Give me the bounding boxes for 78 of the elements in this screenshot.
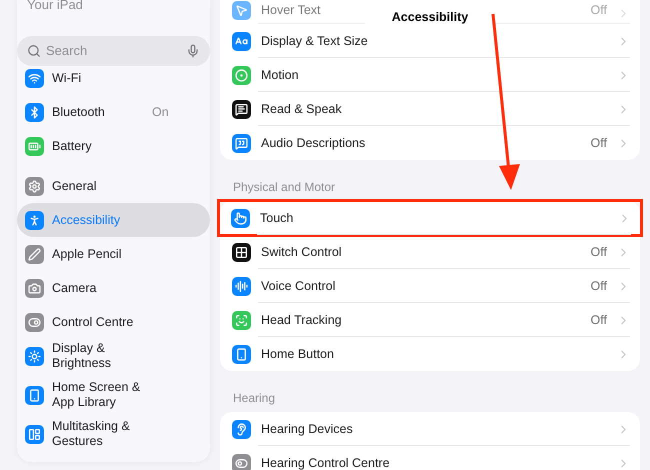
settings-row[interactable]: Read & Speak (220, 92, 640, 126)
quote-bubble-icon (232, 134, 251, 152)
row-label: Hover Text (261, 2, 321, 20)
ear-icon (232, 420, 251, 438)
sidebar-item[interactable]: Display & Brightness (17, 339, 210, 373)
item-label: Battery (52, 138, 93, 154)
sidebar-item[interactable]: Apple Pencil (17, 237, 210, 271)
row-value: Off (590, 278, 607, 295)
text-size-icon (232, 32, 251, 50)
row-label: Home Button (261, 346, 334, 363)
pointer-icon (232, 1, 251, 20)
waveform-icon (232, 276, 251, 296)
row-label: Motion (261, 66, 299, 84)
camera-icon (25, 278, 44, 298)
search-icon (27, 44, 41, 58)
windows-icon (25, 424, 44, 444)
toggles-icon (25, 312, 44, 332)
row-label: Hearing Devices (261, 420, 353, 438)
item-label: Control Centre (52, 314, 134, 330)
wifi-icon (25, 68, 44, 88)
grid-icon (232, 242, 251, 262)
item-label: Wi-Fi (52, 70, 82, 86)
section-header: Physical and Motor (232, 179, 336, 196)
item-label: Camera (52, 280, 98, 296)
settings-row[interactable]: Touch (219, 201, 641, 235)
row-label: Head Tracking (261, 312, 342, 329)
settings-row[interactable]: Home Button (220, 337, 640, 371)
item-label: General (52, 178, 98, 194)
item-label: Home Screen & App Library (52, 380, 142, 410)
item-label: Display & Brightness (52, 341, 112, 371)
pencil-icon (25, 244, 44, 264)
item-value: On (152, 104, 170, 121)
settings-row[interactable]: Motion (220, 58, 640, 92)
hand-icon (231, 208, 250, 228)
speech-bubble-icon (232, 100, 251, 118)
row-label: Touch (260, 210, 294, 227)
sidebar-item[interactable]: General (17, 169, 210, 203)
row-label: Voice Control (261, 278, 336, 295)
sun-icon (25, 346, 44, 366)
settings-row[interactable]: Display & Text Size (220, 24, 640, 58)
sidebar-item[interactable]: Battery (17, 129, 210, 163)
section-header: Hearing (232, 390, 276, 407)
row-value: Off (590, 134, 607, 152)
row-label: Read & Speak (261, 100, 342, 118)
row-value: Off (590, 312, 607, 329)
accessibility-icon (25, 210, 44, 230)
phone-icon (25, 386, 44, 404)
row-label: Switch Control (261, 244, 342, 261)
sidebar-item[interactable]: Control Centre (17, 305, 210, 339)
battery-icon (25, 136, 44, 156)
settings-row[interactable]: Hearing Devices (220, 412, 640, 446)
microphone-icon (186, 44, 200, 58)
row-label: Audio Descriptions (261, 134, 366, 152)
settings-row[interactable]: Audio Descriptions Off (220, 126, 640, 160)
sidebar-item[interactable]: Bluetooth On (17, 95, 210, 129)
search-bar[interactable]: Search (17, 36, 210, 66)
gear-icon (25, 176, 44, 196)
row-label: Display & Text Size (261, 32, 368, 50)
item-label: Multitasking & Gestures (52, 419, 131, 449)
item-label: Bluetooth (52, 104, 106, 120)
item-label: Apple Pencil (52, 246, 122, 262)
sidebar-item[interactable]: Multitasking & Gestures (17, 417, 210, 451)
bluetooth-icon (25, 102, 44, 122)
settings-row[interactable]: Head Tracking Off (220, 303, 640, 337)
row-value: Off (590, 2, 607, 20)
face-scan-icon (232, 310, 251, 330)
sidebar-item[interactable]: Camera (17, 271, 210, 305)
row-value: Off (590, 244, 607, 261)
item-label: Accessibility (52, 212, 122, 228)
sidebar-item[interactable]: Home Screen & App Library (17, 373, 210, 417)
settings-row[interactable]: Hearing Control Centre (220, 446, 640, 470)
page-title: Accessibility (392, 9, 468, 26)
settings-row[interactable]: Switch Control Off (220, 235, 640, 269)
row-label: Hearing Control Centre (261, 454, 390, 470)
search-field[interactable]: Search (46, 41, 181, 61)
phone-icon (232, 344, 251, 364)
settings-row[interactable]: Voice Control Off (220, 269, 640, 303)
motion-icon (232, 66, 251, 84)
